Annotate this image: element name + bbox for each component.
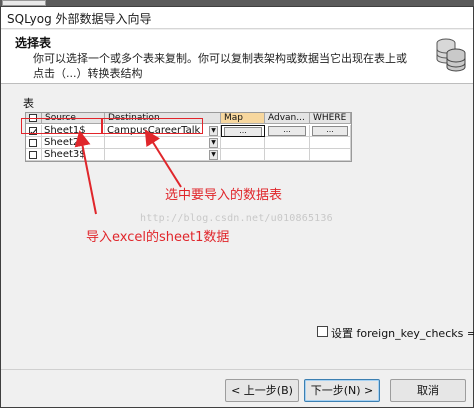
map-cell[interactable]: [221, 137, 265, 149]
step-title: 选择表: [15, 36, 52, 50]
back-button[interactable]: < 上一步(B): [225, 379, 299, 402]
table-row: Sheet2$ ▼: [26, 137, 351, 149]
foreign-key-checks-checkbox[interactable]: [317, 326, 328, 337]
destination-dropdown-icon[interactable]: ▼: [209, 150, 218, 160]
table-row: Sheet3$ ▼: [26, 149, 351, 161]
destination-cell[interactable]: ▼: [105, 137, 221, 149]
where-cell[interactable]: [310, 149, 351, 161]
column-header-advanced[interactable]: Advan...: [265, 113, 310, 124]
footer-divider: [1, 369, 473, 370]
annotation-import-excel: 导入excel的sheet1数据: [86, 230, 230, 245]
advanced-cell[interactable]: ...: [265, 125, 310, 137]
map-cell[interactable]: ...: [221, 125, 265, 137]
title-bar: SQLyog 外部数据导入向导: [1, 7, 473, 29]
window-title: SQLyog 外部数据导入向导: [7, 12, 152, 26]
where-cell[interactable]: [310, 137, 351, 149]
cancel-button[interactable]: 取消: [390, 379, 466, 402]
advanced-ellipsis-button[interactable]: ...: [268, 126, 306, 136]
import-wizard-window: SQLyog 外部数据导入向导 选择表 你可以选择一个或多个表来复制。你可以复制…: [0, 6, 474, 408]
where-cell[interactable]: ...: [310, 125, 351, 137]
advanced-cell[interactable]: [265, 149, 310, 161]
column-header-map[interactable]: Map: [221, 113, 265, 124]
wizard-header: 选择表 你可以选择一个或多个表来复制。你可以复制表架构或数据当它出现在表上或点击…: [1, 30, 473, 84]
source-highlight-box: [21, 118, 102, 134]
destination-dropdown-icon[interactable]: ▼: [209, 138, 218, 148]
row-checkbox[interactable]: [29, 151, 37, 159]
row-check-cell[interactable]: [26, 149, 42, 161]
row-check-cell[interactable]: [26, 137, 42, 149]
advanced-cell[interactable]: [265, 137, 310, 149]
watermark-text: http://blog.csdn.net/u010865136: [140, 213, 333, 224]
row-checkbox[interactable]: [29, 139, 37, 147]
where-ellipsis-button[interactable]: ...: [312, 126, 348, 136]
map-cell[interactable]: [221, 149, 265, 161]
destination-cell[interactable]: ▼: [105, 149, 221, 161]
map-ellipsis-button[interactable]: ...: [224, 127, 262, 136]
source-cell[interactable]: Sheet2$: [42, 137, 105, 149]
tables-label: 表: [23, 97, 34, 110]
database-copy-icon: [436, 38, 466, 72]
step-description: 你可以选择一个或多个表来复制。你可以复制表架构或数据当它出现在表上或点击（...…: [33, 52, 407, 80]
annotation-select-table: 选中要导入的数据表: [165, 188, 283, 203]
foreign-key-checks-label: 设置 foreign_key_checks =: [331, 327, 474, 340]
source-cell[interactable]: Sheet3$: [42, 149, 105, 161]
destination-dropdown-icon[interactable]: ▼: [209, 126, 218, 136]
next-button[interactable]: 下一步(N) >: [304, 379, 380, 402]
column-header-where[interactable]: WHERE: [310, 113, 351, 124]
destination-highlight-box: [102, 118, 203, 134]
